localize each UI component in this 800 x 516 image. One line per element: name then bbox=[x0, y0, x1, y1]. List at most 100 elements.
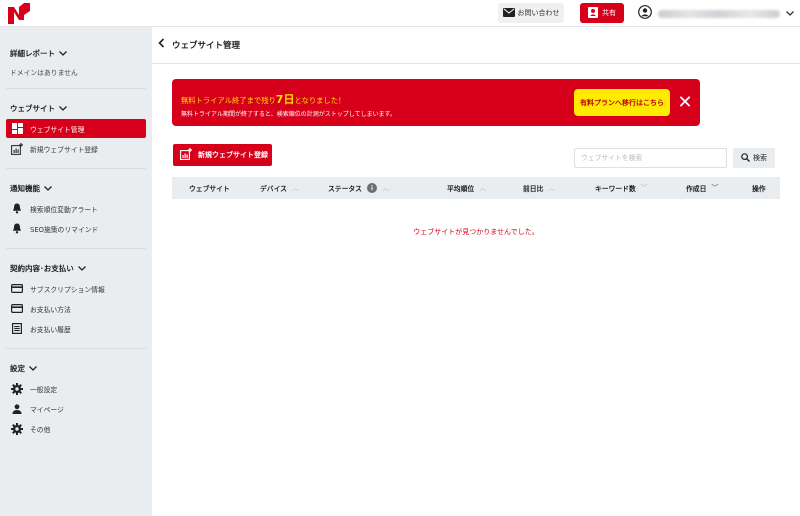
websites-table-header: ウェブサイト デバイス ︿ ステータス i ︿ 平均順位 ︿ 前日比 ︿ キーワ… bbox=[172, 177, 780, 199]
column-header-website: ウェブサイト bbox=[189, 177, 230, 199]
bell-icon bbox=[11, 203, 23, 215]
no-domain-note: ドメインはありません bbox=[10, 69, 78, 77]
sidebar-item-seo-reminder[interactable]: SEO施策のリマインド bbox=[6, 219, 146, 238]
column-label: キーワード数 bbox=[595, 185, 636, 193]
sidebar-item-my-page[interactable]: マイページ bbox=[6, 399, 146, 418]
column-header-device[interactable]: デバイス ︿ bbox=[260, 177, 299, 199]
search-icon bbox=[741, 152, 750, 164]
column-header-day-change[interactable]: 前日比 ︿ bbox=[523, 177, 555, 199]
sidebar-section-website[interactable]: ウェブサイト bbox=[10, 103, 67, 114]
column-label: ステータス bbox=[328, 185, 362, 193]
section-title-text: 通知機能 bbox=[10, 184, 40, 193]
sort-chevron-icon: ︿ bbox=[479, 184, 487, 192]
sidebar-item-subscription[interactable]: サブスクリプション情報 bbox=[6, 279, 146, 298]
column-label: 作成日 bbox=[686, 185, 707, 193]
mail-icon bbox=[502, 7, 515, 19]
banner-title: 無料トライアル終了まで残り7日となりました！ bbox=[181, 91, 345, 107]
share-button[interactable]: 共有 bbox=[580, 3, 624, 23]
chevron-down-icon bbox=[44, 186, 52, 191]
chevron-down-icon bbox=[29, 366, 37, 371]
top-bar: お問い合わせ 共有 bbox=[0, 0, 800, 27]
section-title-text: ウェブサイト bbox=[10, 104, 55, 113]
column-label: デバイス bbox=[260, 185, 287, 193]
website-search-input[interactable] bbox=[574, 148, 727, 168]
account-email-blurred bbox=[658, 9, 780, 18]
sidebar-item-label: SEO施策のリマインド bbox=[30, 225, 99, 234]
trial-days-remaining: 7日 bbox=[275, 93, 295, 106]
column-label: 前日比 bbox=[523, 185, 544, 193]
sort-chevron-icon: ︿ bbox=[548, 184, 556, 192]
gear-icon bbox=[11, 382, 23, 395]
column-header-avg-rank[interactable]: 平均順位 ︿ bbox=[447, 177, 486, 199]
sort-chevron-icon: ︿ bbox=[291, 184, 299, 192]
dashboard-icon bbox=[11, 123, 23, 135]
empty-table-message: ウェブサイトが見つかりませんでした。 bbox=[413, 228, 539, 236]
trial-banner: 無料トライアル終了まで残り7日となりました！ 無料トライアル期間が終了すると、検… bbox=[172, 79, 700, 126]
sidebar-item-label: ウェブサイト管理 bbox=[30, 125, 85, 134]
sidebar-item-website-management[interactable]: ウェブサイト管理 bbox=[6, 119, 146, 138]
add-chart-icon bbox=[180, 148, 192, 162]
user-avatar-icon bbox=[638, 4, 652, 23]
sidebar-divider bbox=[6, 168, 146, 169]
column-header-keyword-count[interactable]: キーワード数 ﹀ bbox=[595, 177, 648, 199]
sort-chevron-icon: ﹀ bbox=[640, 184, 648, 192]
upgrade-plan-button[interactable]: 有料プランへ移行はこちら bbox=[574, 89, 670, 116]
sidebar-item-other[interactable]: その他 bbox=[6, 419, 146, 438]
contact-button[interactable]: お問い合わせ bbox=[498, 3, 564, 23]
sidebar-item-label: 一般設定 bbox=[30, 385, 58, 394]
sidebar-divider bbox=[6, 88, 146, 89]
back-arrow-icon[interactable] bbox=[158, 38, 165, 51]
contact-card-icon bbox=[588, 6, 598, 20]
header-divider bbox=[152, 63, 800, 64]
sidebar-item-label: 新規ウェブサイト登録 bbox=[30, 145, 98, 154]
page-header: ウェブサイト管理 bbox=[158, 38, 240, 51]
receipt-icon bbox=[11, 323, 23, 335]
sidebar-item-label: その他 bbox=[30, 425, 51, 434]
sidebar-section-settings[interactable]: 設定 bbox=[10, 363, 37, 374]
section-title-text: 契約内容･お支払い bbox=[10, 264, 74, 273]
column-header-actions: 操作 bbox=[752, 177, 766, 199]
column-label: 平均順位 bbox=[447, 185, 475, 193]
sidebar-item-label: サブスクリプション情報 bbox=[30, 285, 105, 294]
search-button-label: 検索 bbox=[753, 154, 767, 162]
add-website-label: 新規ウェブサイト登録 bbox=[198, 151, 268, 159]
person-icon bbox=[11, 403, 23, 415]
info-icon[interactable]: i bbox=[366, 183, 377, 193]
column-label: ウェブサイト bbox=[189, 185, 230, 193]
contact-label: お問い合わせ bbox=[517, 9, 560, 17]
sidebar-divider bbox=[6, 248, 146, 249]
share-label: 共有 bbox=[602, 9, 616, 17]
page-title: ウェブサイト管理 bbox=[172, 40, 241, 51]
banner-title-prefix: 無料トライアル終了まで残り bbox=[181, 96, 276, 105]
sidebar-section-notifications[interactable]: 通知機能 bbox=[10, 183, 52, 194]
banner-title-suffix: となりました！ bbox=[294, 96, 346, 105]
sidebar-section-billing[interactable]: 契約内容･お支払い bbox=[10, 263, 86, 274]
app-logo[interactable] bbox=[8, 3, 30, 24]
account-menu[interactable] bbox=[638, 5, 794, 22]
column-header-status[interactable]: ステータス i ︿ bbox=[328, 177, 389, 199]
sort-chevron-icon: ﹀ bbox=[711, 184, 719, 192]
sidebar-item-label: お支払い方法 bbox=[30, 305, 71, 314]
sidebar-item-new-website[interactable]: 新規ウェブサイト登録 bbox=[6, 139, 146, 158]
bell-icon bbox=[11, 223, 23, 235]
sidebar-item-general-settings[interactable]: 一般設定 bbox=[6, 379, 146, 398]
sort-chevron-icon: ︿ bbox=[381, 184, 389, 192]
column-header-created-date[interactable]: 作成日 ﹀ bbox=[686, 177, 718, 199]
section-title-text: 詳細レポート bbox=[10, 49, 55, 58]
sidebar-item-payment-method[interactable]: お支払い方法 bbox=[6, 299, 146, 318]
chevron-down-icon bbox=[77, 266, 86, 271]
chevron-down-icon bbox=[59, 106, 67, 111]
sidebar-item-rank-alert[interactable]: 検索順位変動アラート bbox=[6, 199, 146, 218]
close-icon[interactable]: ✕ bbox=[676, 91, 694, 113]
card-icon bbox=[11, 283, 23, 295]
sidebar-section-reports[interactable]: 詳細レポート bbox=[10, 48, 67, 59]
sidebar-divider bbox=[6, 348, 146, 349]
column-label: 操作 bbox=[752, 185, 766, 193]
card-icon bbox=[11, 303, 23, 315]
add-website-button[interactable]: 新規ウェブサイト登録 bbox=[173, 144, 272, 166]
search-button[interactable]: 検索 bbox=[733, 148, 775, 168]
sidebar-item-label: お支払い履歴 bbox=[30, 325, 71, 334]
sidebar-item-label: マイページ bbox=[30, 405, 64, 414]
sidebar-item-payment-history[interactable]: お支払い履歴 bbox=[6, 319, 146, 338]
chevron-down-icon bbox=[59, 51, 67, 56]
